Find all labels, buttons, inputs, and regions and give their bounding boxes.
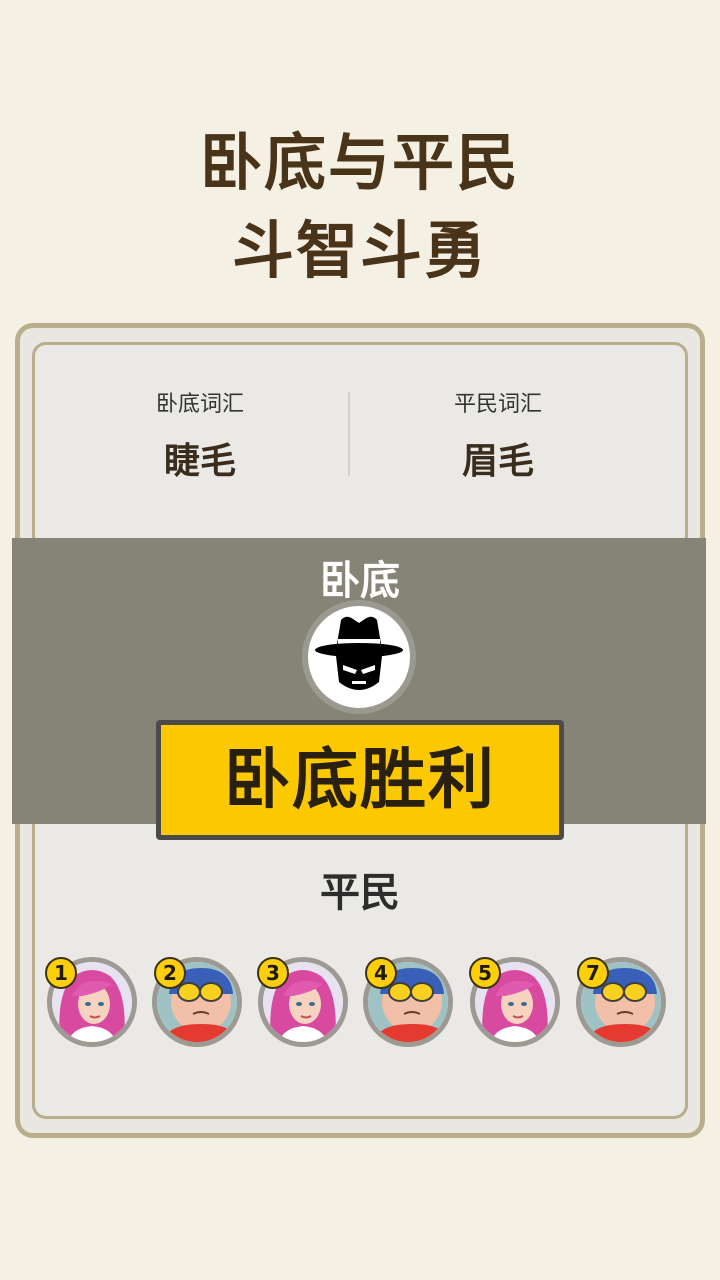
page-title-line2: 斗智斗勇 — [231, 214, 488, 287]
player-number-badge: 4 — [365, 957, 397, 989]
spy-word-column: 卧底词汇 睫毛 — [52, 388, 348, 484]
spy-word-value: 睫毛 — [163, 441, 236, 482]
player-number-badge: 7 — [577, 957, 609, 989]
spy-word-label: 卧底词汇 — [155, 392, 244, 417]
page-title-line1: 卧底与平民 — [199, 126, 520, 199]
civilian-role-label: 平民 — [320, 870, 400, 916]
player-number-badge: 1 — [45, 957, 77, 989]
player-number-badge: 2 — [154, 957, 186, 989]
spy-avatar — [302, 600, 416, 714]
spy-victory-banner: 卧底胜利 — [156, 720, 564, 840]
spy-role-label: 卧底 — [320, 558, 400, 604]
civilian-word-value: 眉毛 — [461, 441, 534, 482]
spy-hat-icon — [312, 610, 406, 704]
player-number-badge: 3 — [257, 957, 289, 989]
civilian-word-column: 平民词汇 眉毛 — [350, 388, 646, 484]
civilian-word-label: 平民词汇 — [453, 392, 542, 417]
player-number-badge: 5 — [469, 957, 501, 989]
